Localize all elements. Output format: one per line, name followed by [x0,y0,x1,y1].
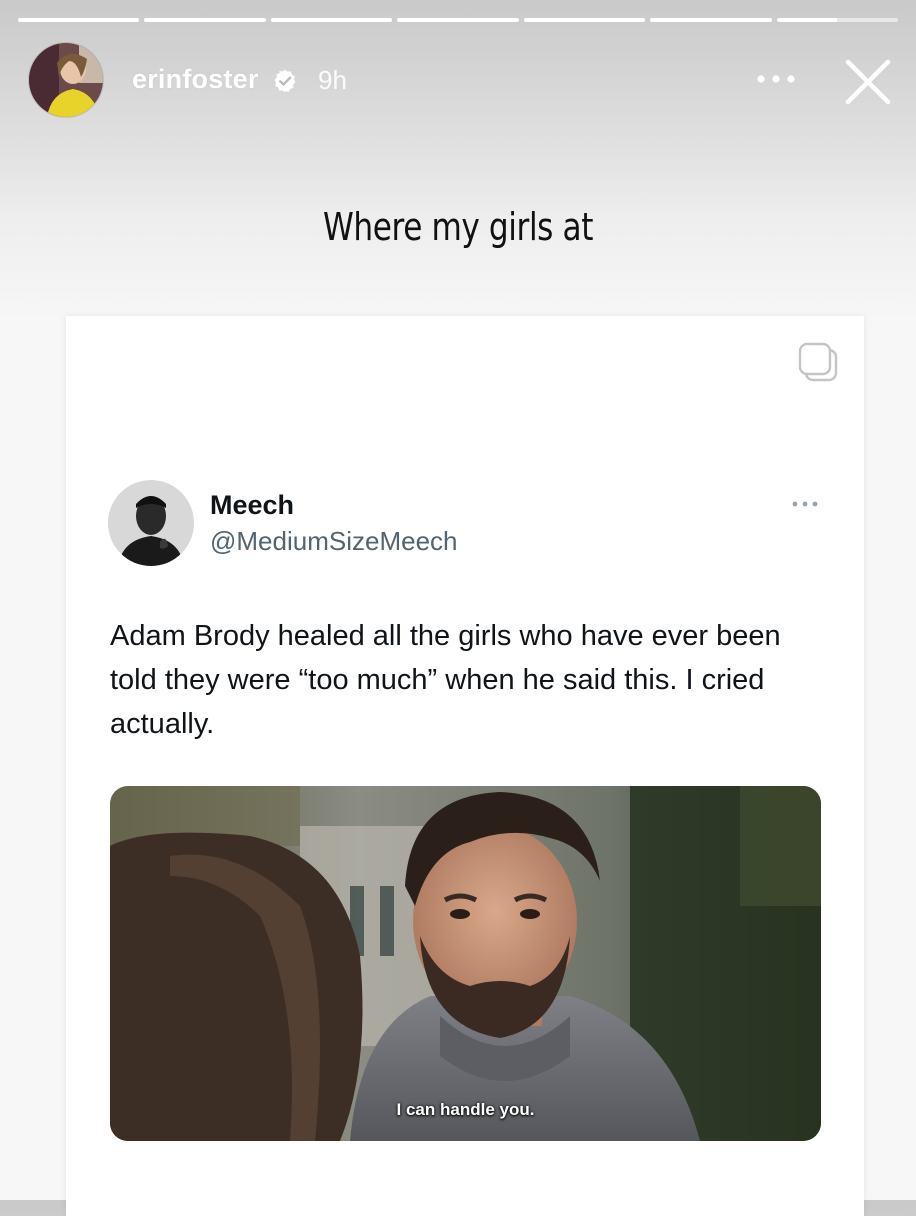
story-progress-segment [523,18,646,22]
story-progress-segment [397,18,519,22]
story-time: 9h [318,65,347,95]
story-progress-fill [397,18,519,22]
tweet-avatar-image [108,480,194,566]
tweet-media-image[interactable]: I can handle you. [110,786,821,1141]
tweet-card[interactable]: Meech @MediumSizeMeech Adam Brody healed… [66,316,864,1216]
story-progress-segment [270,18,393,22]
verified-badge-icon [272,68,298,94]
copy-icon[interactable] [796,340,840,384]
tweet-text: Adam Brody healed all the girls who have… [110,620,781,740]
tweet-avatar[interactable] [108,480,194,566]
story-header: erinfoster 9h [28,42,898,118]
tweet-more-icon[interactable] [788,494,822,514]
story-progress-fill [18,18,140,22]
story-progress-bar [18,18,898,22]
story-progress-segment [18,18,140,22]
more-options-icon[interactable] [752,62,800,96]
movie-still-image [110,786,821,1141]
tweet-display-name[interactable]: Meech [210,490,294,521]
profile-avatar[interactable] [28,42,104,118]
media-subtitle: I can handle you. [396,1100,535,1119]
story-progress-segment [776,18,898,22]
story-progress-fill [650,18,772,22]
avatar-image [29,43,103,117]
story-username[interactable]: erinfoster [132,64,259,95]
close-icon[interactable] [840,54,896,110]
story-progress-segment [650,18,772,22]
story-caption: Where my girls at [322,205,594,249]
tweet-handle[interactable]: @MediumSizeMeech [210,526,457,557]
story-progress-fill [523,18,646,22]
story-progress-fill [144,18,266,22]
story-progress-segment [144,18,266,22]
story-progress-fill [270,18,393,22]
story-progress-fill [776,18,838,22]
